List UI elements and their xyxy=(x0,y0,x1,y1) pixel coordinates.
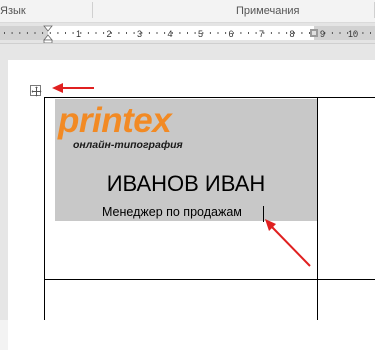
ruler-tick xyxy=(34,32,36,34)
printex-logo: printex xyxy=(58,101,172,140)
ruler-tick xyxy=(331,32,333,34)
ruler-number: 10 xyxy=(348,29,358,39)
table-border-left xyxy=(44,97,45,320)
ruler-tick xyxy=(309,32,310,34)
ruler-tick xyxy=(133,32,135,34)
ruler-tick xyxy=(49,32,51,34)
ruler-tick xyxy=(301,32,303,34)
ruler-tick xyxy=(179,32,181,34)
ruler-tick xyxy=(248,32,249,34)
table-column-divider xyxy=(317,97,318,320)
ruler-graphic: 1 2 3 4 5 6 7 8 9 10 xyxy=(0,25,375,43)
ruler-tick xyxy=(370,32,371,34)
ruler-number: 9 xyxy=(320,29,325,39)
ruler-tick xyxy=(148,32,150,34)
ruler-number: 1 xyxy=(76,29,81,39)
ruler-tick xyxy=(95,32,97,34)
ruler-tick xyxy=(225,32,227,34)
ruler-number: 3 xyxy=(137,29,142,39)
ruler-number: 2 xyxy=(106,29,111,39)
ruler-tick xyxy=(194,32,196,34)
ruler-tick xyxy=(156,32,158,34)
ruler-number: 4 xyxy=(167,29,172,39)
ruler-tick xyxy=(19,32,21,34)
ruler-tick xyxy=(57,32,59,34)
ruler-tick xyxy=(240,32,242,34)
ruler-number: 5 xyxy=(198,29,203,39)
card-position: Менеджер по продажам xyxy=(102,205,242,219)
ruler-tick xyxy=(339,32,341,34)
ruler-tick xyxy=(278,32,280,34)
ruler-tick xyxy=(270,32,272,34)
ruler-number: 8 xyxy=(289,29,294,39)
ruler-tick xyxy=(65,32,66,34)
ruler-number: 7 xyxy=(259,29,264,39)
ruler-tick xyxy=(72,32,74,34)
group-separator xyxy=(92,2,93,18)
ruler-tick xyxy=(42,32,44,34)
ruler-tick xyxy=(126,32,127,34)
table-row-divider xyxy=(44,279,375,280)
group-label-language: Язык xyxy=(0,5,26,17)
logo-tagline: онлайн-типография xyxy=(73,139,183,151)
ruler-tick xyxy=(209,32,211,34)
ruler-tick xyxy=(217,32,219,34)
ruler-tick xyxy=(255,32,257,34)
ruler-tick xyxy=(187,32,188,34)
group-label-comments: Примечания xyxy=(236,5,300,17)
move-cross-icon[interactable] xyxy=(30,85,42,97)
text-cursor xyxy=(263,206,264,222)
table-border-top xyxy=(44,97,375,98)
card-name: ИВАНОВ ИВАН xyxy=(106,171,266,196)
ruler-tick xyxy=(26,32,28,34)
ribbon-group-labels: Язык Примечания xyxy=(0,0,375,23)
ruler-tick xyxy=(11,32,13,34)
ruler-tick xyxy=(118,32,120,34)
horizontal-ruler[interactable]: 1 2 3 4 5 6 7 8 9 10 xyxy=(0,23,375,44)
ruler-tick xyxy=(164,32,166,34)
ruler-tick xyxy=(362,32,364,34)
ruler-tick xyxy=(286,32,288,34)
ruler-number: 6 xyxy=(228,29,233,39)
business-card-cell[interactable]: printex онлайн-типография ИВАНОВ ИВАН Ме… xyxy=(55,99,317,221)
ruler-tick xyxy=(4,32,5,34)
ruler-tick xyxy=(87,32,89,34)
ruler-tick xyxy=(103,32,105,34)
